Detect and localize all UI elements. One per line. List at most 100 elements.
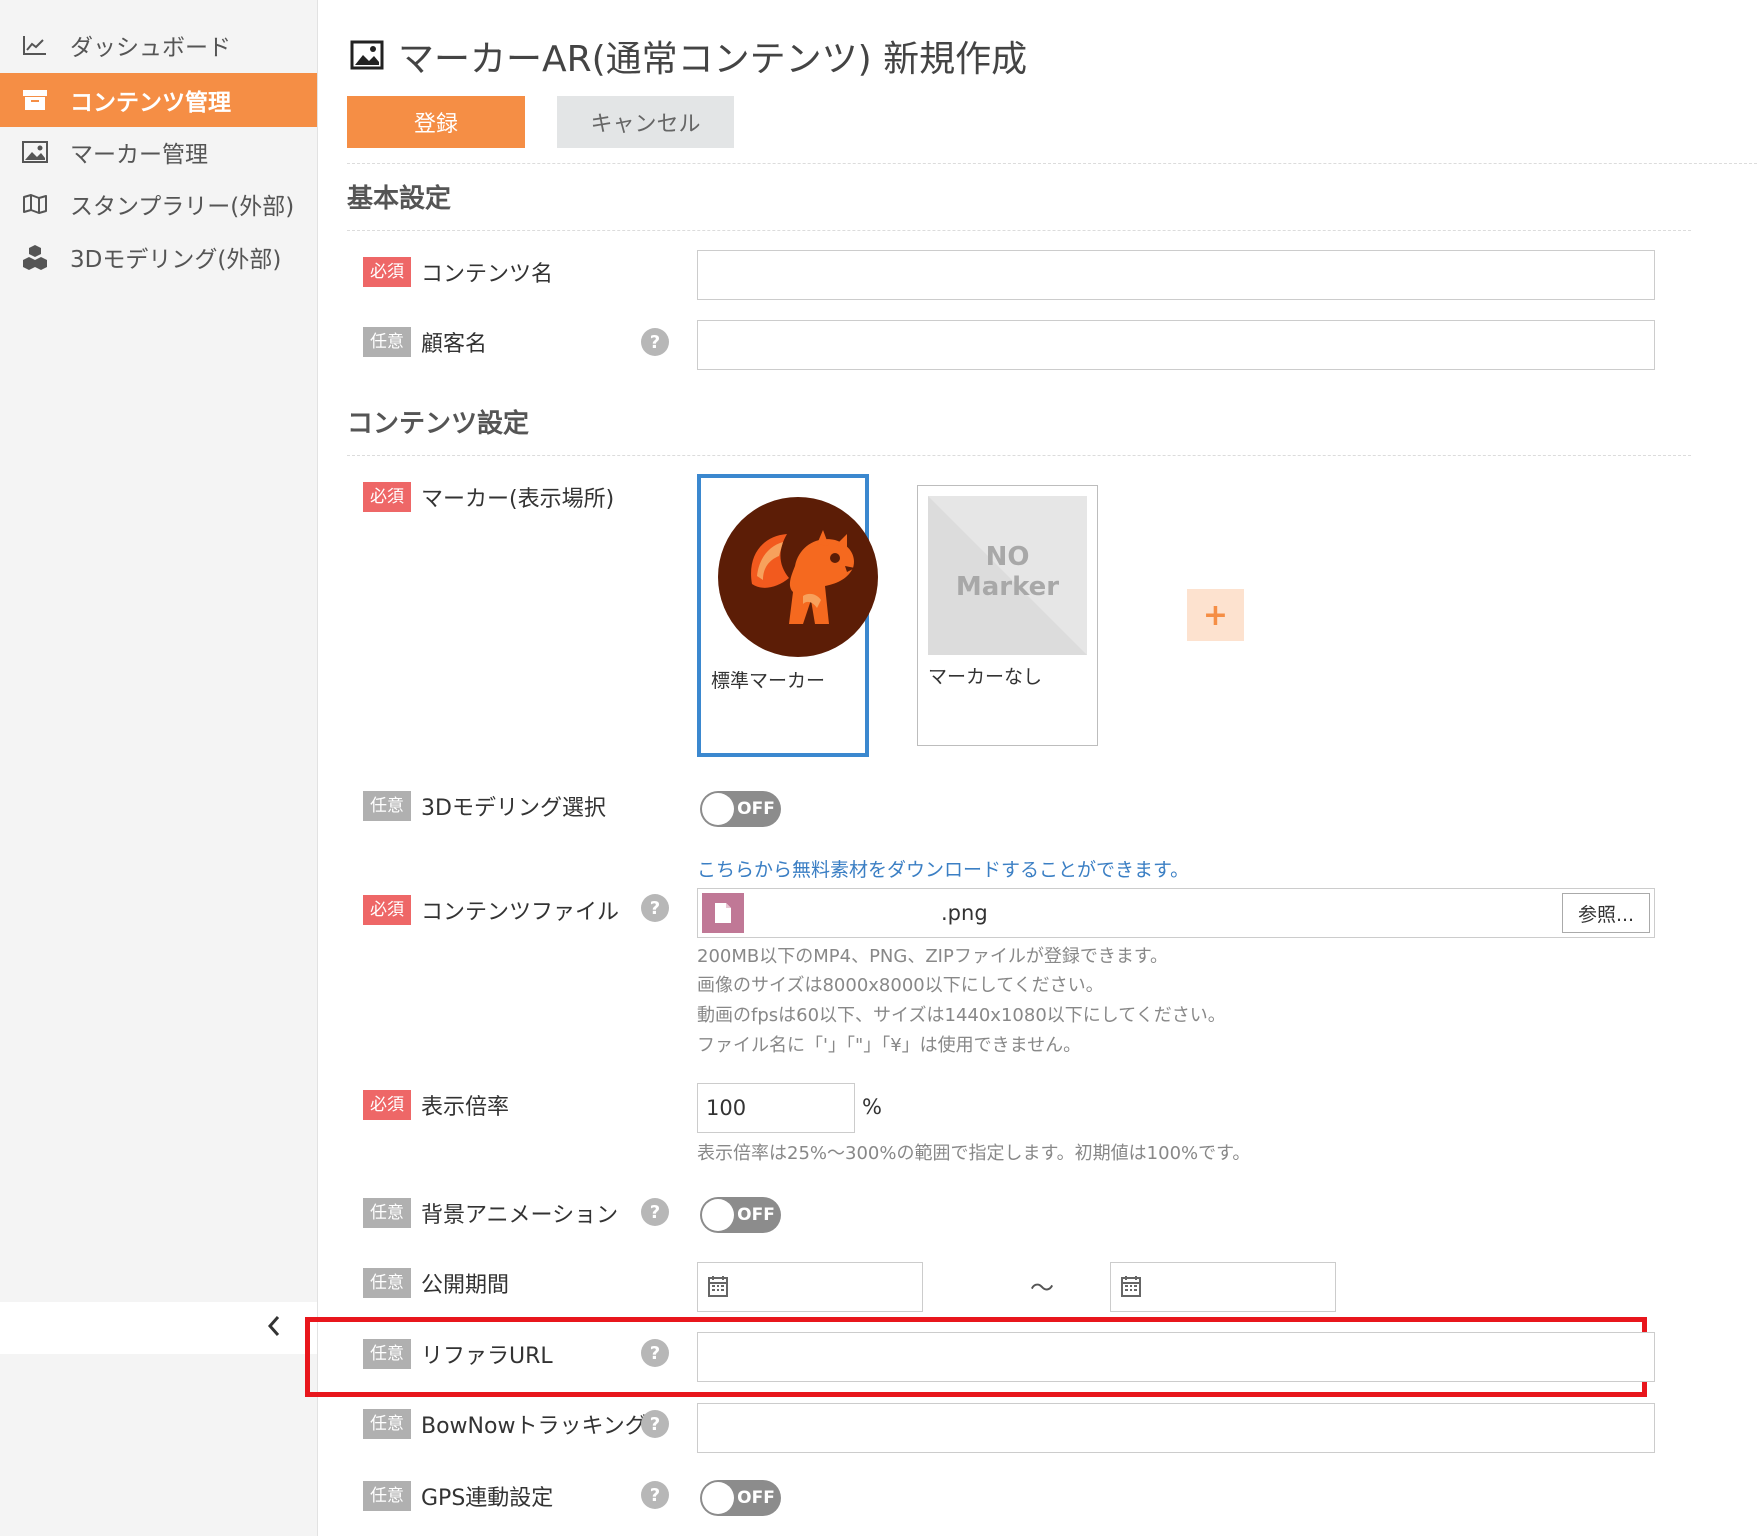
sidebar: ダッシュボード コンテンツ管理 マーカー管理 スタンプラリー(外部) 3Dモデリ… [0,0,318,1536]
sidebar-item-3d-modeling[interactable]: 3Dモデリング(外部) [0,230,317,284]
page-title: マーカーAR(通常コンテンツ) 新規作成 [350,28,1027,84]
optional-badge: 任意 [363,1409,411,1439]
label-text: マーカー(表示場所) [421,487,615,512]
content-file-label: 必須 コンテンツファイル [363,894,619,926]
help-icon[interactable]: ? [641,1339,669,1367]
content-name-input[interactable] [697,250,1655,300]
calendar-icon [1121,1275,1141,1301]
content-file-field[interactable]: .png 参照... [697,888,1655,938]
required-badge: 必須 [363,257,411,287]
help-icon[interactable]: ? [641,894,669,922]
modeling-toggle[interactable]: OFF [700,791,781,827]
period-label: 任意 公開期間 [363,1267,509,1299]
archive-box-icon [20,85,50,115]
cancel-button[interactable]: キャンセル [557,96,734,148]
period-end-input[interactable] [1110,1262,1336,1312]
optional-badge: 任意 [363,1268,411,1298]
toggle-state: OFF [737,1488,775,1508]
label-text: 公開期間 [421,1273,510,1298]
sidebar-item-dashboard[interactable]: ダッシュボード [0,18,317,72]
divider [347,163,1757,164]
sidebar-item-label: コンテンツ管理 [70,90,231,116]
scale-label: 必須 表示倍率 [363,1089,509,1121]
scale-unit: % [862,1095,882,1119]
label-text: 顧客名 [421,332,488,357]
sidebar-item-label: 3Dモデリング(外部) [70,247,282,273]
file-note: 動画のfpsは60以下、サイズは1440x1080以下にしてください。 [697,1005,1226,1026]
bg-animation-toggle[interactable]: OFF [700,1197,781,1233]
toggle-state: OFF [737,799,775,819]
period-separator: ～ [1030,1274,1054,1302]
marker-option-standard[interactable]: 標準マーカー [697,474,878,757]
help-icon[interactable]: ? [641,1198,669,1226]
label-text: コンテンツ名 [421,262,554,287]
label-text: 3Dモデリング選択 [421,796,606,821]
file-note: 画像のサイズは8000x8000以下にしてください。 [697,975,1104,996]
bownow-input[interactable] [697,1403,1655,1453]
optional-badge: 任意 [363,791,411,821]
image-icon [20,137,50,167]
period-start-input[interactable] [697,1262,923,1312]
marker-option-none[interactable]: NO Marker マーカーなし [917,485,1098,746]
marker-caption: 標準マーカー [711,670,826,692]
toggle-state: OFF [737,1205,775,1225]
scale-input[interactable] [697,1083,855,1133]
gps-label: 任意 GPS連動設定 [363,1480,553,1512]
file-name: .png [941,901,988,925]
file-icon [702,893,744,933]
toggle-knob [702,1199,734,1231]
red-panda-marker-icon [717,496,879,662]
sidebar-item-label: スタンプラリー(外部) [70,194,295,220]
sidebar-item-stamp-rally[interactable]: スタンプラリー(外部) [0,177,317,231]
optional-badge: 任意 [363,327,411,357]
image-icon [350,39,384,73]
sidebar-item-label: マーカー管理 [70,142,208,168]
customer-name-input[interactable] [697,320,1655,370]
sidebar-collapse-button[interactable] [0,1302,317,1354]
chevron-left-icon [267,1315,281,1341]
page-title-text: マーカーAR(通常コンテンツ) 新規作成 [398,39,1028,80]
required-badge: 必須 [363,895,411,925]
help-icon[interactable]: ? [641,328,669,356]
gps-toggle[interactable]: OFF [700,1480,781,1516]
toggle-knob [702,1482,734,1514]
referrer-url-label: 任意 リファラURL [363,1338,553,1370]
chart-line-icon [20,30,50,60]
sidebar-item-label: ダッシュボード [70,35,231,61]
referrer-url-input[interactable] [697,1332,1655,1382]
label-text: GPS連動設定 [421,1486,554,1511]
customer-name-label: 任意 顧客名 [363,326,487,358]
section-title-content: コンテンツ設定 [347,409,530,439]
required-badge: 必須 [363,1090,411,1120]
content-name-label: 必須 コンテンツ名 [363,256,553,288]
toggle-knob [702,793,734,825]
calendar-icon [708,1275,728,1301]
sidebar-item-content-management[interactable]: コンテンツ管理 [0,73,317,127]
optional-badge: 任意 [363,1481,411,1511]
main-content: マーカーAR(通常コンテンツ) 新規作成 登録 キャンセル 基本設定 必須 コン… [305,0,1757,1536]
file-note: 200MB以下のMP4、PNG、ZIPファイルが登録できます。 [697,946,1169,967]
no-marker-placeholder: NO Marker [928,496,1087,655]
optional-badge: 任意 [363,1339,411,1369]
marker-caption: マーカーなし [928,666,1043,688]
section-title-basic: 基本設定 [347,184,452,214]
label-text: BowNowトラッキング [421,1414,647,1439]
sidebar-item-marker-management[interactable]: マーカー管理 [0,125,317,179]
help-icon[interactable]: ? [641,1410,669,1438]
free-material-download-link[interactable]: こちらから無料素材をダウンロードすることができます。 [697,855,1189,882]
label-text: 表示倍率 [421,1095,510,1120]
marker-label: 必須 マーカー(表示場所) [363,481,614,513]
divider [347,230,1691,231]
add-marker-button[interactable]: + [1187,589,1244,641]
label-text: リファラURL [421,1344,553,1369]
modeling-label: 任意 3Dモデリング選択 [363,790,606,822]
map-icon [20,189,50,219]
cubes-icon [20,242,50,272]
required-badge: 必須 [363,482,411,512]
register-button[interactable]: 登録 [347,96,525,148]
no-marker-text: NO Marker [955,542,1060,602]
help-icon[interactable]: ? [641,1481,669,1509]
scale-note: 表示倍率は25%～300%の範囲で指定します。初期値は100%です。 [697,1143,1251,1164]
browse-button[interactable]: 参照... [1562,893,1650,933]
bownow-label: 任意 BowNowトラッキング [363,1408,647,1440]
